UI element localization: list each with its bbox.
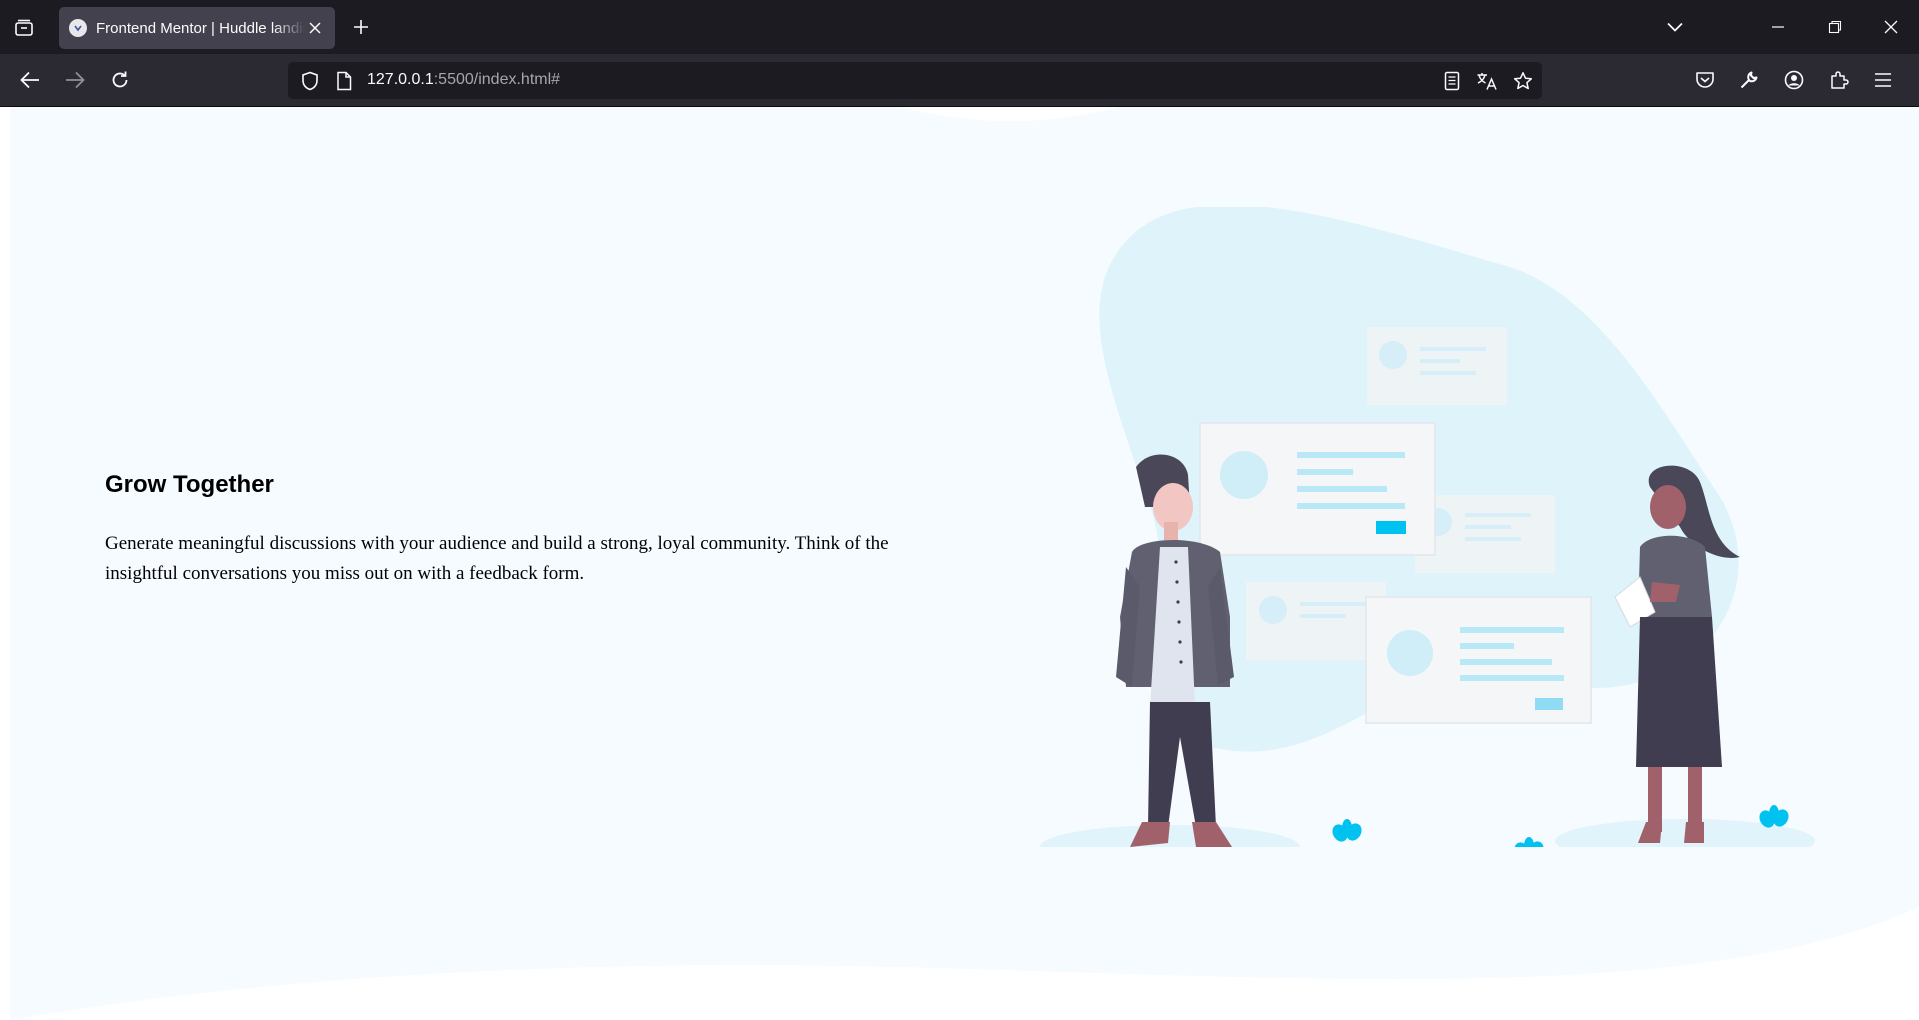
back-card-left [1246,582,1386,660]
wrench-icon[interactable] [1734,65,1764,95]
reload-icon[interactable] [105,65,135,95]
section-body-text: Generate meaningful discussions with you… [105,533,889,584]
account-icon[interactable] [1779,65,1809,95]
reader-view-icon[interactable] [1438,67,1466,95]
translate-icon[interactable] [1473,67,1501,95]
toolbar-buttons [1690,54,1919,106]
url-path: :5500/index.html# [433,71,561,88]
star-icon[interactable] [1509,67,1537,95]
plant-2 [1514,837,1544,847]
new-tab-plus-icon[interactable] [349,15,373,39]
url-host: 127.0.0.1 [367,71,434,88]
back-arrow-left-icon[interactable] [15,65,45,95]
shield-icon[interactable] [296,67,324,95]
browser-tab-bar: Frontend Mentor | Huddle landing page [0,0,1919,54]
frontend-mentor-favicon-icon [69,19,87,37]
close-window-icon[interactable] [1877,13,1905,41]
page-viewport: Grow Together Generate meaningful discus… [0,107,1919,1020]
url-bar[interactable]: 127.0.0.1:5500/index.html# [288,62,1542,99]
card-top-left [1199,422,1436,556]
grow-together-illustration [1040,207,1815,847]
back-card-right [1415,495,1555,573]
section-heading: Grow Together [105,471,274,498]
minimize-icon[interactable] [1764,13,1792,41]
tab-title: Frontend Mentor | Huddle landing page [96,19,305,37]
tab-overview-icon[interactable] [10,14,38,42]
browser-tab[interactable]: Frontend Mentor | Huddle landing page [59,7,335,49]
forward-arrow-right-icon[interactable] [60,65,90,95]
url-text[interactable]: 127.0.0.1:5500/index.html# [367,71,560,89]
pocket-icon[interactable] [1690,65,1720,95]
puzzle-icon[interactable] [1824,65,1854,95]
back-card-top [1367,327,1507,405]
card-bottom-right [1365,596,1592,724]
list-tabs-chevron-down-icon[interactable] [1661,13,1689,41]
document-icon[interactable] [330,67,358,95]
close-tab-icon[interactable] [305,18,325,38]
plant-1 [1332,819,1362,842]
restore-icon[interactable] [1821,13,1849,41]
hamburger-menu-icon[interactable] [1868,65,1898,95]
